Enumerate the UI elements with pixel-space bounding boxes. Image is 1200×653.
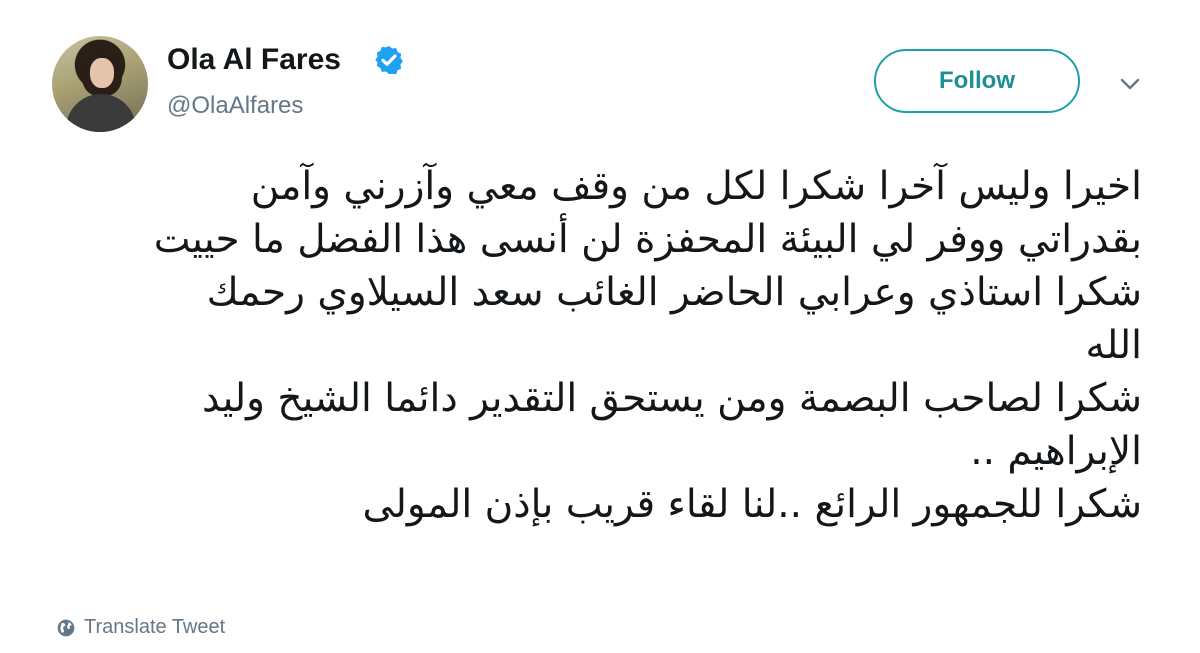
tweet-line: الله [1085,323,1142,368]
chevron-down-icon[interactable] [1118,72,1142,96]
tweet-text: اخيرا وليس آخرا شكرا لكل من وقف معي وآزر… [40,160,1142,531]
tweet-line: شكرا للجمهور الرائع ..لنا لقاء قريب بإذن… [362,482,1142,527]
user-handle[interactable]: @OlaAlfares [167,92,303,120]
follow-button[interactable]: Follow [874,49,1080,113]
tweet-line: اخيرا وليس آخرا شكرا لكل من وقف معي وآزر… [250,164,1142,209]
tweet-line: شكرا استاذي وعرابي الحاضر الغائب سعد الس… [206,270,1142,315]
tweet-line: الإبراهيم .. [970,429,1142,474]
tweet-line: بقدراتي ووفر لي البيئة المحفزة لن أنسى ه… [153,217,1142,262]
translate-tweet-link[interactable]: Translate Tweet [56,616,225,639]
tweet-card: Ola Al Fares @OlaAlfares Follow اخيرا ول… [0,0,1200,653]
user-display-name[interactable]: Ola Al Fares [167,43,341,77]
globe-icon [57,619,75,636]
verified-badge-icon [375,46,403,75]
tweet-line: شكرا لصاحب البصمة ومن يستحق التقدير دائم… [202,376,1142,421]
translate-label: Translate Tweet [84,616,226,638]
avatar[interactable] [52,36,148,132]
